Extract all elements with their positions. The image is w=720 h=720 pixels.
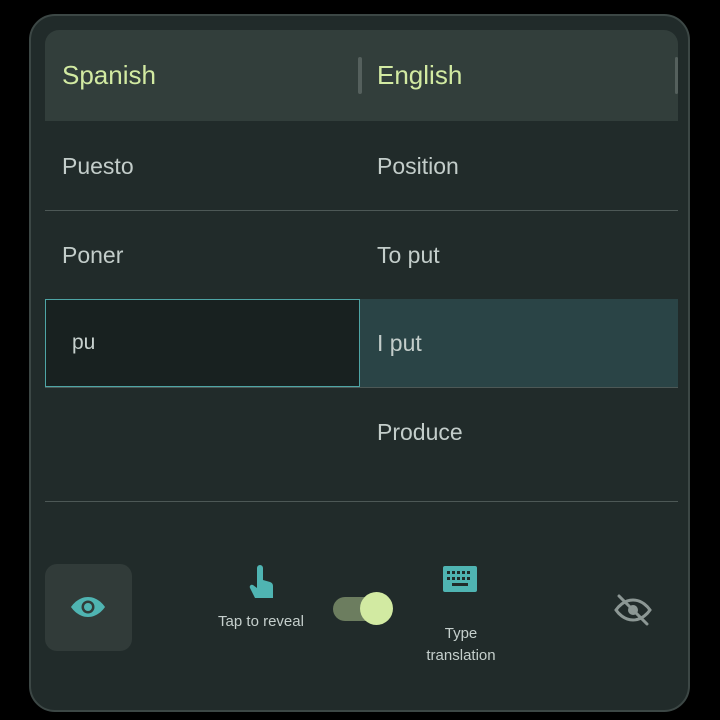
column-resize-handle[interactable] <box>358 57 362 94</box>
answer-field-container[interactable] <box>45 299 360 387</box>
type-translation-option[interactable]: Type translation <box>411 566 511 666</box>
eye-icon <box>71 597 105 617</box>
show-all-button[interactable] <box>45 564 132 651</box>
bottom-toolbar: Tap to reveal Type translation <box>31 556 688 666</box>
answer-input[interactable] <box>46 300 359 386</box>
target-language-header[interactable]: English <box>377 30 462 121</box>
source-word: Puesto <box>62 153 134 179</box>
toggle-knob <box>360 592 393 625</box>
target-word: To put <box>377 242 440 268</box>
target-word: Position <box>377 153 459 179</box>
table-row[interactable]: Produce <box>45 388 678 502</box>
type-label-line1: Type <box>444 625 478 642</box>
source-word: Poner <box>62 242 124 268</box>
table-row[interactable]: Puesto Position <box>45 122 678 211</box>
mode-toggle-switch[interactable] <box>333 592 395 628</box>
type-label-line2: translation <box>426 647 496 664</box>
tap-finger-icon <box>249 565 273 598</box>
row-divider <box>45 501 678 502</box>
flashcard-panel: Spanish English Puesto Position Poner To… <box>29 14 690 712</box>
target-word: I put <box>377 330 422 356</box>
table-header: Spanish English <box>45 30 678 121</box>
highlighted-target-cell[interactable]: I put <box>360 299 678 387</box>
column-resize-handle-right[interactable] <box>675 57 678 94</box>
table-row[interactable]: Poner To put <box>45 211 678 300</box>
eye-off-icon <box>614 594 652 626</box>
tap-to-reveal-label: Tap to reveal <box>218 613 304 630</box>
keyboard-icon <box>443 566 477 592</box>
hide-all-button[interactable] <box>613 592 653 628</box>
target-word: Produce <box>377 419 463 445</box>
tap-to-reveal-option[interactable]: Tap to reveal <box>206 564 316 644</box>
table-row-active[interactable]: I put <box>45 299 678 388</box>
source-language-header[interactable]: Spanish <box>62 30 156 121</box>
